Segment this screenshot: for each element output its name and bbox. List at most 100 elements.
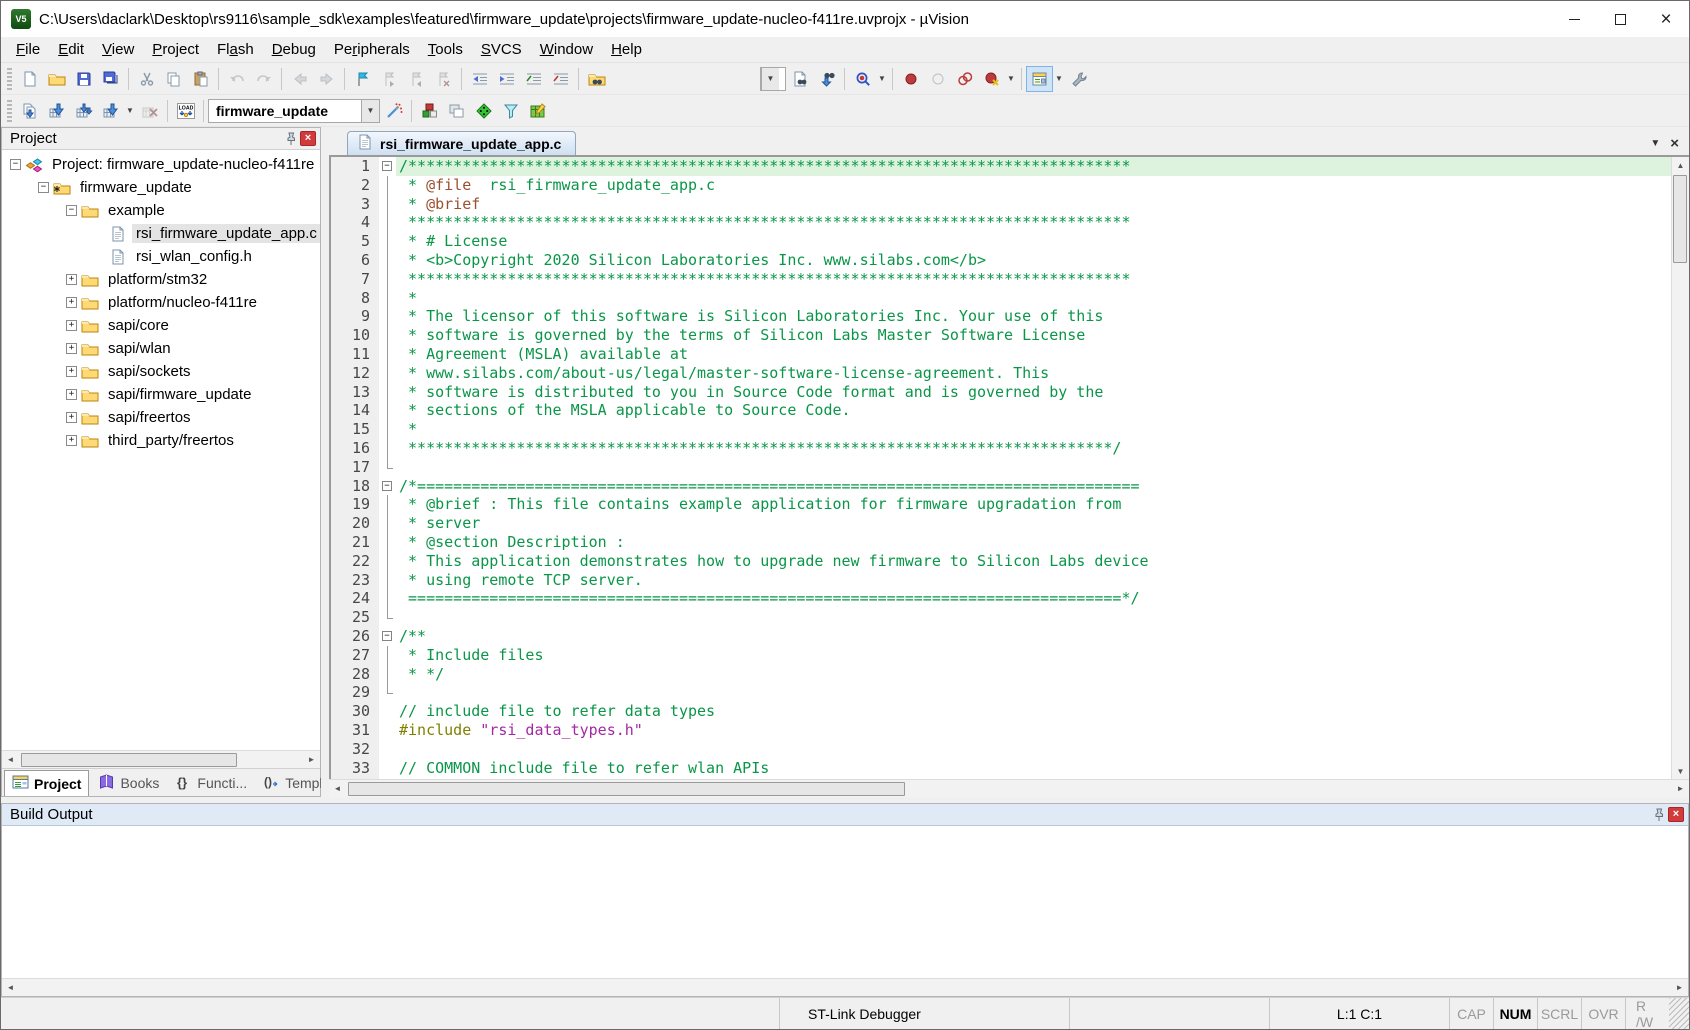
build-output-close-icon[interactable]: × <box>1668 807 1684 822</box>
expand-icon[interactable]: + <box>66 366 77 377</box>
menu-help[interactable]: Help <box>602 39 651 60</box>
scroll-down-icon[interactable]: ▼ <box>1672 763 1689 779</box>
pin-icon[interactable] <box>282 131 300 147</box>
menu-flash[interactable]: Flash <box>208 39 263 60</box>
tree-item[interactable]: +platform/nucleo-f411re <box>2 291 320 314</box>
pack-installer-icon[interactable] <box>524 98 551 124</box>
kill-all-breakpoints-icon[interactable] <box>978 66 1005 92</box>
menu-tools[interactable]: Tools <box>419 39 472 60</box>
target-select[interactable]: firmware_update▼ <box>208 99 380 123</box>
save-icon[interactable] <box>70 66 97 92</box>
enable-breakpoint-icon[interactable] <box>924 66 951 92</box>
redo-icon[interactable] <box>250 66 277 92</box>
editor-tab[interactable]: rsi_firmware_update_app.c <box>347 131 576 155</box>
menu-project[interactable]: Project <box>143 39 208 60</box>
quick-find-icon-dropdown[interactable]: ▼ <box>876 66 888 92</box>
stop-build-icon[interactable] <box>136 98 163 124</box>
manage-project-items-icon[interactable] <box>443 98 470 124</box>
resize-grip[interactable] <box>1669 998 1689 1029</box>
file-extensions-icon[interactable] <box>497 98 524 124</box>
scroll-right-icon[interactable]: ► <box>1672 781 1689 797</box>
menu-file[interactable]: File <box>7 39 49 60</box>
expand-icon[interactable]: + <box>66 389 77 400</box>
rebuild-icon[interactable] <box>70 98 97 124</box>
expand-icon[interactable]: + <box>66 320 77 331</box>
code-editor[interactable]: 1−/*************************************… <box>329 155 1689 779</box>
open-file-icon[interactable] <box>43 66 70 92</box>
tree-item[interactable]: −example <box>2 199 320 222</box>
collapse-icon[interactable]: − <box>10 159 21 170</box>
expand-icon[interactable]: + <box>66 274 77 285</box>
tree-item[interactable]: −firmware_update <box>2 176 320 199</box>
tree-item[interactable]: +sapi/sockets <box>2 360 320 383</box>
tree-item[interactable]: +third_party/freertos <box>2 429 320 452</box>
configure-wrench-icon[interactable] <box>1065 66 1092 92</box>
uncomment-icon[interactable] <box>547 66 574 92</box>
clear-bookmarks-icon[interactable] <box>430 66 457 92</box>
comment-icon[interactable] <box>520 66 547 92</box>
cut-icon[interactable] <box>133 66 160 92</box>
close-button[interactable]: × <box>1643 2 1689 36</box>
build-output-hscrollbar[interactable]: ◄ ► <box>2 978 1688 996</box>
minimize-button[interactable] <box>1551 2 1597 36</box>
undo-icon[interactable] <box>223 66 250 92</box>
batch-build-icon[interactable] <box>97 98 124 124</box>
find-text-combo[interactable]: ▼ <box>760 67 786 91</box>
fold-collapse-icon[interactable]: − <box>382 161 392 171</box>
debug-windows-icon[interactable] <box>1026 66 1053 92</box>
pin-icon[interactable] <box>1650 807 1668 823</box>
panel-tab-functi[interactable]: {}Functi... <box>168 770 254 796</box>
tree-item[interactable]: +sapi/core <box>2 314 320 337</box>
tree-item[interactable]: −Project: firmware_update-nucleo-f411re <box>2 153 320 176</box>
navigate-forward-icon[interactable] <box>313 66 340 92</box>
collapse-icon[interactable]: − <box>38 182 49 193</box>
build-icon[interactable] <box>43 98 70 124</box>
download-load-icon[interactable]: LOAD <box>172 98 199 124</box>
indent-icon[interactable] <box>493 66 520 92</box>
kill-all-breakpoints-icon-dropdown[interactable]: ▼ <box>1005 66 1017 92</box>
options-for-target-icon[interactable] <box>380 98 407 124</box>
build-output-content[interactable] <box>2 826 1688 978</box>
menu-window[interactable]: Window <box>531 39 602 60</box>
menu-debug[interactable]: Debug <box>263 39 325 60</box>
expand-icon[interactable]: + <box>66 412 77 423</box>
dropdown-arrow-icon[interactable]: ▼ <box>761 68 779 90</box>
insert-bookmark-icon[interactable] <box>349 66 376 92</box>
toolbar-grip[interactable] <box>7 100 12 122</box>
tree-item[interactable]: +sapi/wlan <box>2 337 320 360</box>
panel-tab-books[interactable]: Books <box>91 770 166 796</box>
tree-item[interactable]: +sapi/firmware_update <box>2 383 320 406</box>
quick-find-icon[interactable] <box>849 66 876 92</box>
maximize-button[interactable] <box>1597 2 1643 36</box>
fold-collapse-icon[interactable]: − <box>382 631 392 641</box>
menu-svcs[interactable]: SVCS <box>472 39 531 60</box>
navigate-back-icon[interactable] <box>286 66 313 92</box>
dropdown-arrow-icon[interactable]: ▼ <box>361 100 379 122</box>
expand-icon[interactable]: + <box>66 297 77 308</box>
fold-collapse-icon[interactable]: − <box>382 481 392 491</box>
scroll-left-icon[interactable]: ◄ <box>2 752 19 768</box>
scroll-right-icon[interactable]: ► <box>1671 980 1688 996</box>
manage-rte-icon[interactable] <box>416 98 443 124</box>
copy-icon[interactable] <box>160 66 187 92</box>
find-in-files-document-icon[interactable] <box>786 66 813 92</box>
paste-icon[interactable] <box>187 66 214 92</box>
expand-icon[interactable]: + <box>66 435 77 446</box>
tab-list-dropdown-icon[interactable]: ▼ <box>1650 138 1660 149</box>
menu-edit[interactable]: Edit <box>49 39 93 60</box>
translate-icon[interactable] <box>16 98 43 124</box>
insert-breakpoint-icon[interactable] <box>897 66 924 92</box>
collapse-icon[interactable]: − <box>66 205 77 216</box>
panel-tab-project[interactable]: Project <box>4 770 89 796</box>
tree-item[interactable]: +platform/stm32 <box>2 268 320 291</box>
project-tree-hscrollbar[interactable]: ◄ ► <box>2 750 320 768</box>
scroll-left-icon[interactable]: ◄ <box>329 781 346 797</box>
scroll-up-icon[interactable]: ▲ <box>1672 157 1689 173</box>
editor-hscrollbar[interactable]: ◄ ► <box>329 779 1689 797</box>
next-bookmark-icon[interactable] <box>376 66 403 92</box>
menu-peripherals[interactable]: Peripherals <box>325 39 419 60</box>
project-panel-close-icon[interactable]: × <box>300 131 316 146</box>
close-tab-icon[interactable]: × <box>1670 136 1679 151</box>
project-targets-icon[interactable] <box>470 98 497 124</box>
scroll-left-icon[interactable]: ◄ <box>2 980 19 996</box>
